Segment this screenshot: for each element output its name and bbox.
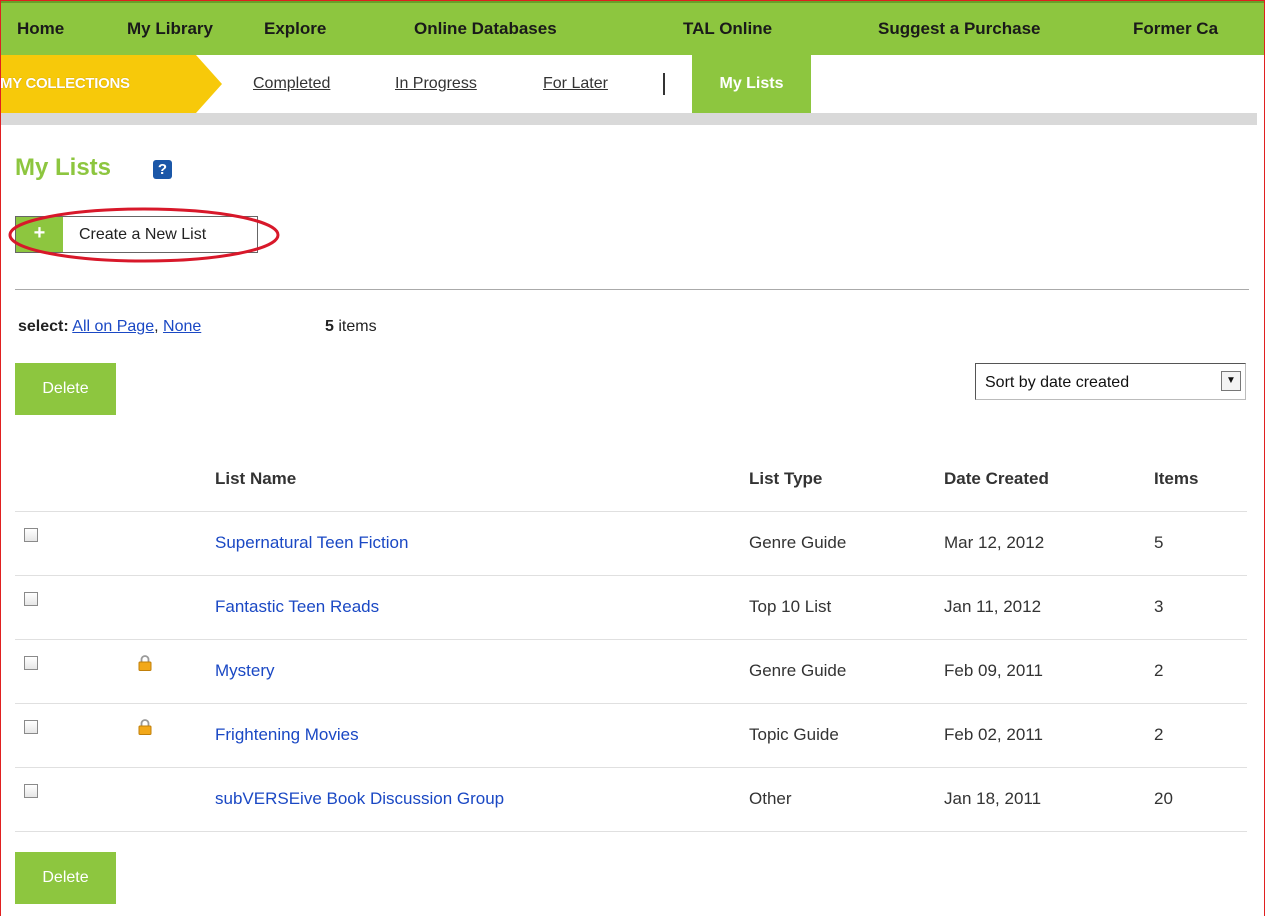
- delete-button-top[interactable]: Delete: [15, 363, 116, 415]
- delete-button-bottom[interactable]: Delete: [15, 852, 116, 904]
- table-row: Frightening Movies Topic Guide Feb 02, 2…: [15, 703, 1247, 768]
- list-date: Jan 18, 2011: [944, 767, 1154, 832]
- lock-icon: [138, 718, 152, 735]
- item-count-suffix: items: [338, 318, 377, 335]
- nav-explore[interactable]: Explore: [264, 19, 326, 39]
- table-row: Supernatural Teen Fiction Genre Guide Ma…: [15, 511, 1247, 576]
- list-type: Genre Guide: [749, 511, 944, 576]
- header-list-name[interactable]: List Name: [215, 447, 749, 512]
- nav-home[interactable]: Home: [17, 19, 64, 39]
- list-item-count: 2: [1154, 639, 1247, 704]
- nav-suggest-purchase[interactable]: Suggest a Purchase: [878, 19, 1041, 39]
- page-title: My Lists: [15, 154, 112, 181]
- nav-tal-online[interactable]: TAL Online: [683, 19, 772, 39]
- tab-for-later[interactable]: For Later: [543, 75, 608, 93]
- list-type: Genre Guide: [749, 639, 944, 704]
- tab-my-lists[interactable]: My Lists: [692, 55, 811, 113]
- table-row: subVERSEive Book Discussion Group Other …: [15, 767, 1247, 832]
- select-prefix: select:: [18, 318, 69, 335]
- header-lock-column: [134, 447, 215, 512]
- lists-table: List Name List Type Date Created Items S…: [15, 447, 1247, 832]
- my-collections-banner[interactable]: MY COLLECTIONS: [0, 55, 222, 113]
- list-item-count: 2: [1154, 703, 1247, 768]
- create-new-list-label: Create a New List: [79, 226, 207, 243]
- tab-in-progress[interactable]: In Progress: [395, 75, 477, 93]
- header-date-created[interactable]: Date Created: [944, 447, 1154, 512]
- row-checkbox[interactable]: [24, 784, 38, 798]
- list-item-count: 3: [1154, 575, 1247, 640]
- help-icon[interactable]: ?: [153, 160, 172, 179]
- select-separator: ,: [154, 318, 159, 335]
- collections-nav: MY COLLECTIONS Completed In Progress For…: [0, 55, 1257, 113]
- item-count: 5 items: [325, 318, 377, 336]
- item-count-number: 5: [325, 318, 334, 335]
- table-header-row: List Name List Type Date Created Items: [15, 447, 1247, 512]
- lock-icon: [138, 654, 152, 671]
- list-date: Feb 09, 2011: [944, 639, 1154, 704]
- header-list-type[interactable]: List Type: [749, 447, 944, 512]
- list-type: Top 10 List: [749, 575, 944, 640]
- row-checkbox[interactable]: [24, 720, 38, 734]
- create-new-list-button[interactable]: + Create a New List: [15, 216, 258, 253]
- tab-separator: [663, 73, 665, 95]
- row-checkbox[interactable]: [24, 592, 38, 606]
- list-name-link[interactable]: Supernatural Teen Fiction: [215, 533, 408, 552]
- plus-icon: +: [16, 217, 63, 252]
- list-name-link[interactable]: Mystery: [215, 661, 275, 680]
- list-item-count: 20: [1154, 767, 1247, 832]
- row-checkbox[interactable]: [24, 528, 38, 542]
- list-date: Jan 11, 2012: [944, 575, 1154, 640]
- select-all-on-page-link[interactable]: All on Page: [72, 318, 154, 335]
- list-type: Topic Guide: [749, 703, 944, 768]
- sort-selected-value: Sort by date created: [985, 374, 1130, 391]
- nav-online-databases[interactable]: Online Databases: [414, 19, 557, 39]
- row-checkbox[interactable]: [24, 656, 38, 670]
- list-name-link[interactable]: Fantastic Teen Reads: [215, 597, 379, 616]
- nav-former-catalog[interactable]: Former Ca: [1133, 19, 1218, 39]
- tab-completed[interactable]: Completed: [253, 75, 330, 93]
- header-items[interactable]: Items: [1154, 447, 1247, 512]
- sort-select[interactable]: Sort by date created ▼: [975, 363, 1246, 400]
- list-item-count: 5: [1154, 511, 1247, 576]
- select-none-link[interactable]: None: [163, 318, 201, 335]
- table-row: Mystery Genre Guide Feb 09, 2011 2: [15, 639, 1247, 704]
- horizontal-rule: [15, 289, 1249, 290]
- list-date: Mar 12, 2012: [944, 511, 1154, 576]
- table-row: Fantastic Teen Reads Top 10 List Jan 11,…: [15, 575, 1247, 640]
- nav-my-library[interactable]: My Library: [127, 19, 213, 39]
- header-checkbox-column: [15, 447, 134, 512]
- top-nav: Home My Library Explore Online Databases…: [0, 0, 1265, 55]
- list-type: Other: [749, 767, 944, 832]
- my-collections-label: MY COLLECTIONS: [0, 75, 130, 92]
- list-name-link[interactable]: subVERSEive Book Discussion Group: [215, 789, 504, 808]
- select-controls: select: All on Page, None: [18, 318, 201, 336]
- list-name-link[interactable]: Frightening Movies: [215, 725, 359, 744]
- chevron-down-icon[interactable]: ▼: [1221, 371, 1241, 391]
- divider-bar: [0, 113, 1257, 125]
- list-date: Feb 02, 2011: [944, 703, 1154, 768]
